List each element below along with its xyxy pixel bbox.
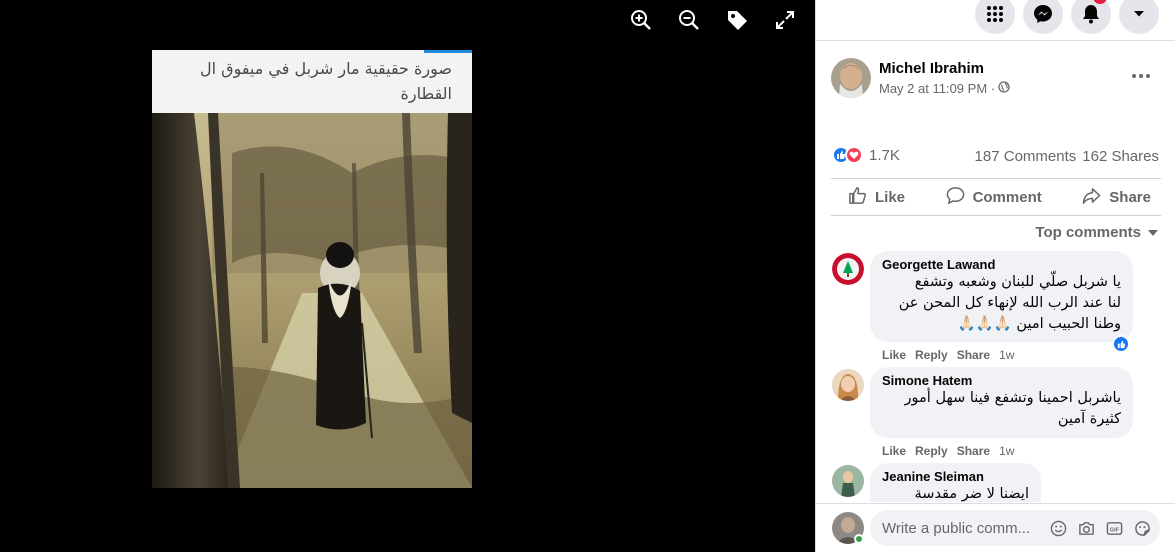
comment-reply-link[interactable]: Reply	[915, 348, 948, 362]
post-panel: Michel Ibrahim May 2 at 11:09 PM · 1.7K …	[815, 0, 1175, 552]
comment-actions: Like Reply Share 1w	[882, 444, 1014, 458]
post-meta: May 2 at 11:09 PM ·	[879, 81, 1010, 96]
zoom-in-icon[interactable]	[627, 6, 655, 34]
share-label: Share	[1109, 188, 1151, 206]
post-photo: صورة حقيقية مار شربل في ميفوق ال القطارة	[152, 50, 472, 488]
share-icon	[1082, 186, 1101, 209]
forest-scene	[152, 113, 472, 488]
shares-count[interactable]: 162 Shares	[1082, 148, 1159, 165]
comment-text-line-1: ايضنا لا ضر مقدسة	[914, 486, 1029, 502]
photo-viewer: صورة حقيقية مار شربل في ميفوق ال القطارة	[0, 0, 815, 552]
comment-share-link[interactable]: Share	[957, 348, 990, 362]
comment-composer: GIF	[870, 510, 1160, 546]
comment-like-link[interactable]: Like	[882, 348, 906, 362]
comment-bubble: Simone Hatem ياشربل احمينا وتشفع فينا سه…	[870, 367, 1133, 438]
header-icons	[975, 0, 1159, 34]
commenter-avatar[interactable]	[832, 369, 864, 401]
composer-divider	[816, 503, 1175, 504]
author-name[interactable]: Michel Ibrahim	[879, 60, 984, 77]
comment-text-line-3: وطنا الحبيب امين 🙏🏻🙏🏻🙏🏻	[957, 316, 1121, 332]
reaction-summary[interactable]: 1.7K	[832, 146, 900, 164]
engagement-counts: 187 Comments 162 Shares	[975, 148, 1159, 165]
commenter-name[interactable]: Simone Hatem	[882, 373, 1121, 388]
notifications-icon[interactable]	[1071, 0, 1111, 34]
header-divider	[816, 40, 1175, 41]
photo-caption-line-1: صورة حقيقية مار شربل في ميفوق ال	[200, 59, 452, 78]
comment-reply-link[interactable]: Reply	[915, 444, 948, 458]
comment-share-link[interactable]: Share	[957, 444, 990, 458]
globe-icon	[998, 81, 1010, 96]
comment-button[interactable]: Comment	[946, 186, 1042, 209]
author-avatar[interactable]	[831, 58, 871, 98]
commenter-name[interactable]: Georgette Lawand	[882, 257, 1121, 272]
more-options-icon[interactable]	[1123, 62, 1159, 90]
composer-icons: GIF	[1049, 519, 1152, 538]
caret-down-icon	[1147, 224, 1159, 241]
comment-clip: Jeanine Sleiman ايضنا لا ضر مقدسة	[870, 463, 1041, 502]
share-button[interactable]: Share	[1082, 186, 1151, 209]
online-status-dot	[854, 534, 864, 544]
commenter-name[interactable]: Jeanine Sleiman	[882, 469, 1029, 484]
comment-like-link[interactable]: Like	[882, 444, 906, 458]
comment-sort-dropdown[interactable]: Top comments	[1035, 224, 1159, 241]
comment-input[interactable]	[882, 519, 1049, 537]
svg-text:GIF: GIF	[1110, 527, 1120, 533]
messenger-icon[interactable]	[1023, 0, 1063, 34]
comment-text-line-1: ياشربل احمينا وتشفع فينا سهل أمور	[904, 390, 1121, 406]
comment-bubble: Jeanine Sleiman ايضنا لا ضر مقدسة	[870, 463, 1041, 502]
comment-time[interactable]: 1w	[999, 348, 1014, 362]
comment-text-line-2: كثيرة آمين	[1057, 411, 1121, 427]
menu-grid-icon[interactable]	[975, 0, 1015, 34]
tag-icon[interactable]	[723, 6, 751, 34]
comment-label: Comment	[972, 188, 1042, 206]
comment-icon	[946, 186, 965, 209]
photo-caption: صورة حقيقية مار شربل في ميفوق ال القطارة	[152, 50, 472, 113]
comment-actions: Like Reply Share 1w	[882, 348, 1014, 362]
comment-bubble: Georgette Lawand يا شربل صلّي للبنان وشع…	[870, 251, 1133, 342]
comment-text-line-1: يا شربل صلّي للبنان وشعبه وتشفع	[914, 274, 1121, 290]
camera-icon[interactable]	[1077, 519, 1096, 538]
gif-icon[interactable]: GIF	[1105, 519, 1124, 538]
comment-like-badge-icon[interactable]	[1112, 335, 1130, 353]
post-action-bar: Like Comment Share	[831, 178, 1161, 216]
comment-text-line-2: لنا عند الرب الله لإنهاء كل المحن عن	[898, 295, 1121, 311]
fullscreen-icon[interactable]	[771, 6, 799, 34]
commenter-avatar[interactable]	[832, 465, 864, 497]
photo-caption-line-2: القطارة	[400, 84, 452, 103]
like-label: Like	[875, 188, 906, 206]
reaction-count: 1.7K	[869, 146, 900, 164]
emoji-icon[interactable]	[1049, 519, 1068, 538]
account-dropdown-icon[interactable]	[1119, 0, 1159, 34]
like-button[interactable]: Like	[848, 186, 905, 209]
comments-count[interactable]: 187 Comments	[975, 148, 1077, 165]
thumbs-up-icon	[848, 186, 867, 209]
sticker-icon[interactable]	[1133, 519, 1152, 538]
caption-accent	[424, 50, 472, 53]
love-reaction-icon	[845, 146, 863, 164]
zoom-out-icon[interactable]	[675, 6, 703, 34]
post-date[interactable]: May 2 at 11:09 PM ·	[879, 81, 995, 96]
comment-time[interactable]: 1w	[999, 444, 1014, 458]
commenter-avatar[interactable]	[832, 253, 864, 285]
sort-label: Top comments	[1035, 224, 1141, 241]
